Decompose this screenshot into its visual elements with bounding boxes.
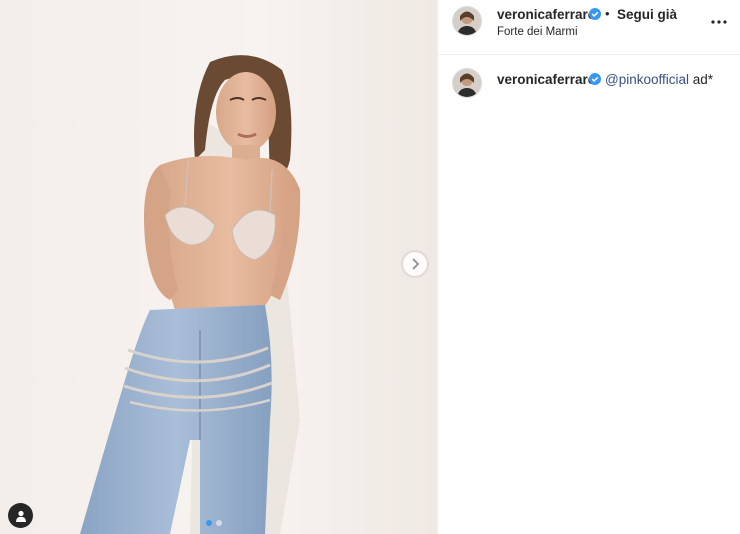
caption-body: ad* bbox=[689, 72, 714, 87]
caption-mention-link[interactable]: @pinkoofficial bbox=[605, 72, 689, 87]
header-separator: • bbox=[605, 6, 610, 21]
carousel-indicator bbox=[206, 520, 222, 526]
user-tags-button[interactable] bbox=[8, 503, 33, 528]
follow-button[interactable]: Segui già bbox=[617, 7, 677, 22]
user-tag-icon bbox=[15, 510, 26, 522]
author-username[interactable]: veronicaferraro bbox=[497, 7, 596, 22]
post-header: veronicaferraro • Segui già Forte dei Ma… bbox=[438, 0, 740, 55]
carousel-dot-active bbox=[206, 520, 212, 526]
caption-username[interactable]: veronicaferraro bbox=[497, 72, 596, 87]
chevron-right-icon bbox=[412, 258, 420, 270]
avatar-image bbox=[453, 69, 481, 97]
carousel-next-button[interactable] bbox=[403, 252, 427, 276]
avatar-image bbox=[453, 7, 481, 35]
post-side-panel: veronicaferraro • Segui già Forte dei Ma… bbox=[437, 0, 740, 534]
post-photo bbox=[0, 0, 437, 534]
caption-text: @pinkoofficial ad* bbox=[605, 72, 713, 87]
caption-avatar[interactable] bbox=[452, 68, 482, 98]
post-location[interactable]: Forte dei Marmi bbox=[497, 26, 578, 38]
post-media[interactable] bbox=[0, 0, 437, 534]
post-caption: veronicaferraro @pinkoofficial ad* bbox=[438, 62, 740, 106]
instagram-post: veronicaferraro • Segui già Forte dei Ma… bbox=[0, 0, 740, 534]
author-avatar[interactable] bbox=[452, 6, 482, 36]
verified-badge-icon bbox=[589, 73, 601, 85]
more-options-icon bbox=[711, 20, 727, 24]
more-options-button[interactable] bbox=[710, 15, 728, 29]
carousel-dot bbox=[216, 520, 222, 526]
verified-badge-icon bbox=[589, 8, 601, 20]
